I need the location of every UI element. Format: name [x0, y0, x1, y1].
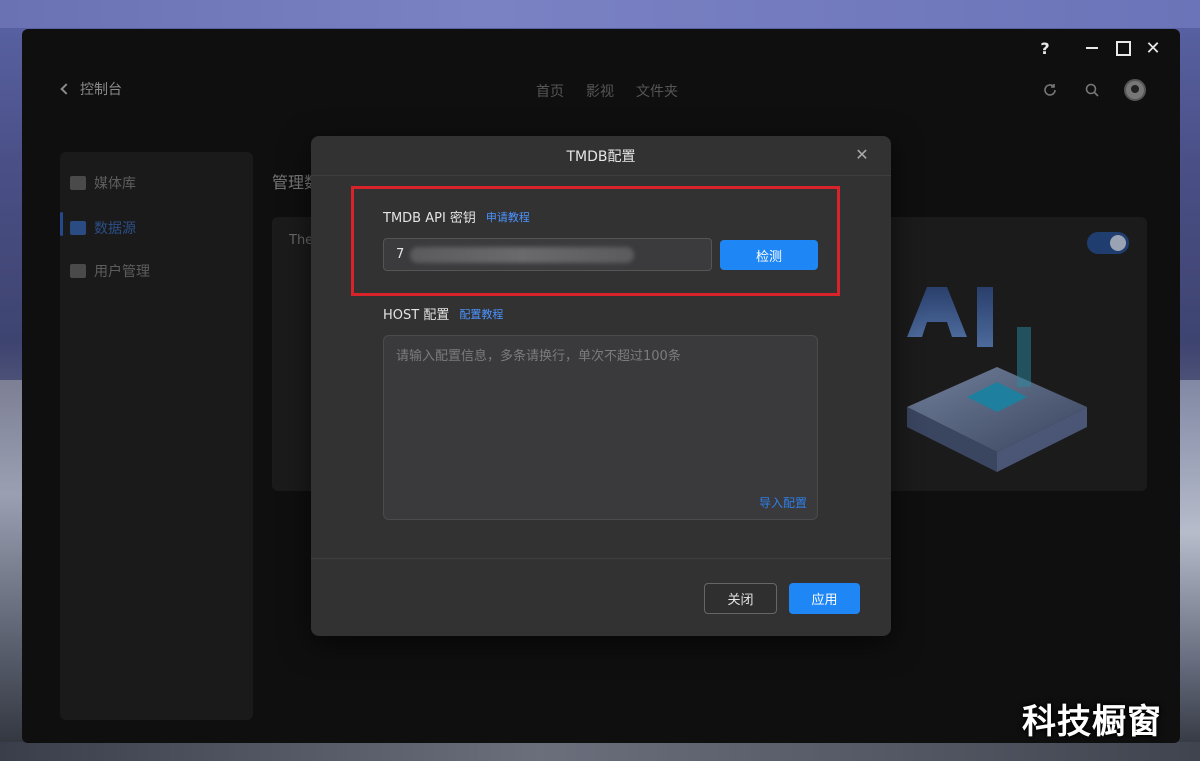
host-config-textarea[interactable]: 请输入配置信息，多条请换行，单次不超过100条 导入配置	[383, 335, 818, 520]
api-key-value: 7	[396, 247, 405, 262]
top-icons	[1040, 79, 1146, 101]
api-key-input[interactable]: 7	[383, 238, 712, 271]
search-icon[interactable]	[1082, 80, 1102, 100]
watermark: 科技橱窗	[1022, 702, 1162, 742]
sidebar-item-label: 数据源	[94, 221, 136, 237]
card-title: The	[289, 233, 314, 248]
app-window: ? ✕ 控制台 首页 影视 文件夹 媒体库 数据源 用户管理 管理数 The T…	[22, 29, 1180, 743]
sidebar-item-user-management[interactable]: 用户管理	[70, 257, 150, 285]
footer-divider	[311, 558, 891, 559]
sidebar-item-label: 媒体库	[94, 176, 136, 192]
ai-illustration-icon	[907, 287, 1087, 472]
nav-video[interactable]: 影视	[586, 81, 614, 101]
window-close-button[interactable]: ✕	[1142, 37, 1164, 59]
api-key-label: TMDB API 密钥 申请教程	[383, 207, 530, 227]
close-icon[interactable]: ✕	[853, 146, 871, 164]
enable-toggle[interactable]	[1087, 232, 1129, 254]
avatar[interactable]	[1124, 79, 1146, 101]
chart-icon	[70, 221, 86, 235]
api-key-redacted	[410, 246, 635, 263]
dialog-header: TMDB配置 ✕	[311, 136, 891, 176]
config-tutorial-link[interactable]: 配置教程	[459, 306, 503, 322]
refresh-icon[interactable]	[1040, 80, 1060, 100]
top-nav: 首页 影视 文件夹	[536, 81, 678, 101]
nav-folder[interactable]: 文件夹	[636, 81, 678, 101]
desktop-wallpaper-left	[0, 380, 22, 761]
import-config-link[interactable]: 导入配置	[759, 494, 807, 511]
dialog-title: TMDB配置	[566, 148, 636, 165]
nav-home[interactable]: 首页	[536, 81, 564, 101]
back-to-console[interactable]: 控制台	[60, 79, 122, 99]
apply-tutorial-link[interactable]: 申请教程	[486, 209, 530, 225]
sidebar: 媒体库 数据源 用户管理	[60, 152, 253, 720]
back-label: 控制台	[80, 82, 122, 98]
sidebar-item-data-source[interactable]: 数据源	[70, 214, 136, 242]
chevron-left-icon	[60, 83, 72, 95]
detect-button[interactable]: 检测	[720, 240, 818, 270]
tmdb-config-dialog: TMDB配置 ✕ TMDB API 密钥 申请教程 7 检测 HOST 配置 配…	[311, 136, 891, 636]
play-square-icon	[70, 176, 86, 190]
host-config-label: HOST 配置 配置教程	[383, 304, 503, 324]
user-chart-icon	[70, 264, 86, 278]
host-placeholder: 请输入配置信息，多条请换行，单次不超过100条	[396, 349, 681, 364]
maximize-button[interactable]	[1112, 37, 1134, 59]
desktop-wallpaper-bottom	[0, 742, 1200, 761]
desktop-wallpaper-top	[0, 0, 1200, 28]
apply-button[interactable]: 应用	[789, 583, 860, 614]
sidebar-item-media-library[interactable]: 媒体库	[70, 169, 136, 197]
close-button[interactable]: 关闭	[704, 583, 777, 614]
help-button[interactable]: ?	[1034, 37, 1056, 59]
desktop-wallpaper-right	[1178, 380, 1200, 761]
host-label-text: HOST 配置	[383, 308, 450, 323]
minimize-button[interactable]	[1081, 37, 1103, 59]
sidebar-active-indicator	[60, 212, 63, 236]
sidebar-item-label: 用户管理	[94, 264, 150, 280]
api-key-label-text: TMDB API 密钥	[383, 211, 476, 226]
